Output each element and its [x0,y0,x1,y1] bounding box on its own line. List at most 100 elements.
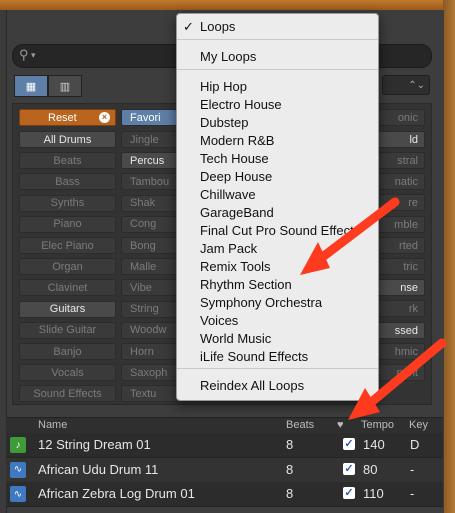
keyword-button[interactable]: Malle [121,258,181,276]
keyword-button[interactable]: rted [375,237,425,254]
keyword-button[interactable]: Clavinet [19,279,116,297]
column-view-button[interactable]: ▥ [48,75,82,97]
menu-item-library[interactable]: Voices [177,312,378,330]
software-instrument-loop-icon: ♪ [10,437,26,453]
table-row[interactable]: ∿ African Udu Drum 11 8 80 - ✓ [6,457,443,483]
menu-item-library[interactable]: Chillwave [177,186,378,204]
cell-tempo: 110 [363,486,384,501]
keyword-button[interactable]: natic [375,173,425,190]
keyword-button[interactable]: mble [375,216,425,233]
menu-item-library[interactable]: GarageBand [177,204,378,222]
table-header: Name Beats ♥ Tempo Key [6,417,443,434]
menu-item-library[interactable]: Hip Hop [177,78,378,96]
keyword-button[interactable]: ld [375,131,425,148]
menu-item-library[interactable]: Modern R&B [177,132,378,150]
reset-button[interactable]: Reset × [19,109,116,126]
keyword-button[interactable]: ssed [375,322,425,339]
favorites-button[interactable]: Favori [121,109,177,126]
cell-name: 12 String Dream 01 [38,437,151,452]
menu-item-loops[interactable]: ✓ Loops [177,18,378,36]
table-row[interactable]: ∿ African Zebra Log Drum 01 8 110 - ✓ [6,482,443,507]
keyword-button[interactable]: String [121,300,181,318]
keyword-button[interactable]: Slide Guitar [19,321,116,339]
keyword-button[interactable]: Vibe [121,279,181,297]
audio-loop-icon: ∿ [10,461,26,478]
cell-beats: 8 [286,437,294,452]
keyword-button[interactable]: Vocals [19,364,116,382]
keyword-button[interactable]: Horn [121,343,181,360]
favorite-checkbox[interactable]: ✓ [343,462,355,475]
favorite-checkbox[interactable]: ✓ [343,487,355,499]
loop-browser-window: ⚲ ▾ ▦ ▥ ⌃⌄ Reset × Favori All Drums Jingl… [0,0,455,513]
keyword-button[interactable]: Beats [19,152,116,170]
menu-item-library[interactable]: World Music [177,330,378,348]
menu-item-library[interactable]: Electro House [177,96,378,114]
loop-scale-dropdown[interactable]: ⌃⌄ [382,75,430,95]
menu-item-label: Symphony Orchestra [200,295,323,310]
menu-item-reindex-all-loops[interactable]: Reindex All Loops [177,377,378,395]
menu-item-my-loops[interactable]: My Loops [177,48,378,66]
cell-key: D [410,437,420,452]
keyword-button[interactable]: Shak [121,194,181,212]
keyword-button[interactable]: nse [375,279,425,296]
keyword-button[interactable]: rk [375,300,425,317]
column-header-favorite[interactable]: ♥ [337,419,344,431]
keyword-button[interactable]: Tambou [121,173,181,191]
cell-beats: 8 [286,486,294,501]
cell-name: African Zebra Log Drum 01 [38,486,195,501]
search-menu-chevron-icon[interactable]: ▾ [31,50,36,61]
menu-item-label: Remix Tools [200,259,271,274]
menu-item-library[interactable]: Dubstep [177,114,378,132]
menu-item-label: Dubstep [200,115,249,130]
column-header-tempo[interactable]: Tempo [361,419,394,431]
column-header-beats[interactable]: Beats [286,419,314,431]
cell-tempo: 80 [363,461,378,477]
keyword-button[interactable]: Textu [121,385,181,403]
column-view-icon: ▥ [59,80,71,93]
menu-item-library[interactable]: Rhythm Section [177,276,378,294]
menu-item-library[interactable]: Tech House [177,150,378,168]
menu-item-library[interactable]: Final Cut Pro Sound Effects [177,222,378,240]
keyword-button[interactable]: hmic [375,343,425,360]
column-header-name[interactable]: Name [38,419,67,431]
menu-item-label: Chillwave [200,187,256,202]
dropdown-stepper-icon: ⌃⌄ [408,79,425,91]
keyword-button[interactable]: Percus [121,152,181,170]
keyword-button[interactable]: Banjo [19,343,116,360]
keyword-button[interactable]: Bass [19,173,116,191]
column-header-key[interactable]: Key [409,419,428,431]
keyword-button[interactable]: tric [375,258,425,275]
cell-name: African Udu Drum 11 [38,461,159,477]
keyword-button[interactable]: Synths [19,194,116,212]
cell-tempo: 140 [363,437,385,452]
keyword-button[interactable]: Piano [19,215,116,233]
keyword-button[interactable]: Sound Effects [19,385,116,403]
menu-item-library[interactable]: Deep House [177,168,378,186]
keyword-button[interactable]: stral [375,152,425,169]
table-row[interactable]: ♪ 12 String Dream 01 8 140 D ✓ [6,433,443,458]
grid-view-button[interactable]: ▦ [14,75,48,97]
keyword-button[interactable]: nant [375,364,425,381]
keyword-button[interactable]: onic [375,109,425,126]
reset-label: Reset [48,111,77,124]
keyword-button[interactable]: Bong [121,237,181,254]
keyword-button[interactable]: Organ [19,258,116,276]
keyword-button[interactable]: All Drums [19,131,116,148]
menu-item-library[interactable]: Symphony Orchestra [177,294,378,312]
keyword-button[interactable]: Jingle [121,131,181,148]
menu-item-library[interactable]: Remix Tools [177,258,378,276]
menu-item-library[interactable]: iLife Sound Effects [177,348,378,366]
keyword-button[interactable]: Woodw [121,321,181,339]
favorite-checkbox[interactable]: ✓ [343,438,355,450]
menu-item-library[interactable]: Jam Pack [177,240,378,258]
menu-separator [177,368,378,369]
menu-item-label: Voices [200,313,239,328]
keyword-button[interactable]: Cong [121,215,181,233]
cell-key: - [410,486,415,501]
magnifier-icon[interactable]: ⚲ [19,47,29,63]
keyword-button[interactable]: Elec Piano [19,237,116,254]
keyword-button[interactable]: re [375,194,425,211]
keyword-button[interactable]: Saxoph [121,364,181,382]
keyword-button[interactable]: Guitars [19,300,116,318]
grid-view-icon: ▦ [25,80,37,93]
